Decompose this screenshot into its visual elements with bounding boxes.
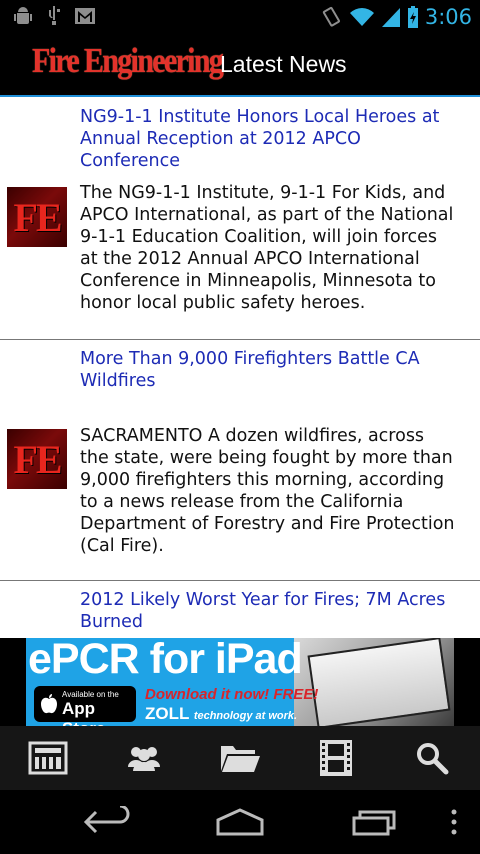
article-summary: SACRAMENTO A dozen wildfires, across the…	[80, 426, 455, 556]
page-title: Latest News	[220, 51, 347, 77]
status-bar: 3:06	[0, 0, 480, 33]
news-list[interactable]: NG9-1-1 Institute Honors Local Heroes at…	[0, 97, 480, 638]
list-item[interactable]: 2012 Likely Worst Year for Fires; 7M Acr…	[0, 581, 480, 638]
article-title[interactable]: 2012 Likely Worst Year for Fires; 7M Acr…	[80, 589, 450, 633]
ad-brand: ZOLL technology at work.	[145, 704, 297, 724]
film-icon	[320, 740, 352, 776]
clock: 3:06	[424, 5, 472, 29]
tab-people[interactable]	[96, 726, 192, 790]
app-logo[interactable]: Fire Engineering	[32, 41, 224, 81]
bottom-tab-bar	[0, 726, 480, 790]
signal-icon	[381, 8, 400, 27]
home-icon[interactable]	[214, 806, 266, 838]
tab-search[interactable]	[384, 726, 480, 790]
article-title[interactable]: NG9-1-1 Institute Honors Local Heroes at…	[80, 106, 450, 172]
list-item[interactable]: More Than 9,000 Firefighters Battle CA W…	[0, 340, 480, 581]
recent-apps-icon[interactable]	[350, 806, 400, 838]
brand-name: ZOLL	[145, 704, 190, 723]
article-thumbnail: FE	[7, 429, 67, 489]
app-bar: Fire Engineering Latest News	[0, 33, 480, 97]
tab-folder[interactable]	[192, 726, 288, 790]
tab-news[interactable]	[0, 726, 96, 790]
gmail-icon	[75, 8, 95, 24]
brand-tagline: technology at work.	[193, 710, 298, 722]
article-summary: The NG9-1-1 Institute, 9-1-1 For Kids, a…	[80, 183, 454, 313]
apple-icon	[41, 694, 57, 714]
battery-icon	[407, 6, 418, 28]
system-nav-bar	[0, 790, 480, 854]
store-big-label: App Store	[62, 699, 105, 726]
newspaper-icon	[28, 741, 68, 775]
store-small-label: Available on the	[62, 690, 119, 699]
vibrate-icon	[322, 6, 340, 27]
menu-icon[interactable]	[448, 806, 460, 838]
tab-video[interactable]	[288, 726, 384, 790]
android-debug-icon	[14, 7, 32, 24]
search-icon	[417, 743, 449, 775]
wifi-icon	[349, 8, 374, 26]
article-thumbnail: FE	[7, 187, 67, 247]
ad-download-text: Download it now! FREE!	[145, 686, 319, 703]
usb-icon	[49, 6, 60, 25]
folder-icon	[221, 746, 260, 772]
people-icon	[128, 747, 160, 771]
ad-headline: ePCR for iPad	[28, 638, 303, 683]
article-title[interactable]: More Than 9,000 Firefighters Battle CA W…	[80, 348, 450, 392]
ad-banner[interactable]: ePCR for iPad Available on the App Store…	[26, 638, 454, 726]
back-icon[interactable]	[82, 806, 132, 838]
list-item[interactable]: NG9-1-1 Institute Honors Local Heroes at…	[0, 97, 480, 340]
app-store-badge[interactable]: Available on the App Store	[34, 686, 136, 726]
